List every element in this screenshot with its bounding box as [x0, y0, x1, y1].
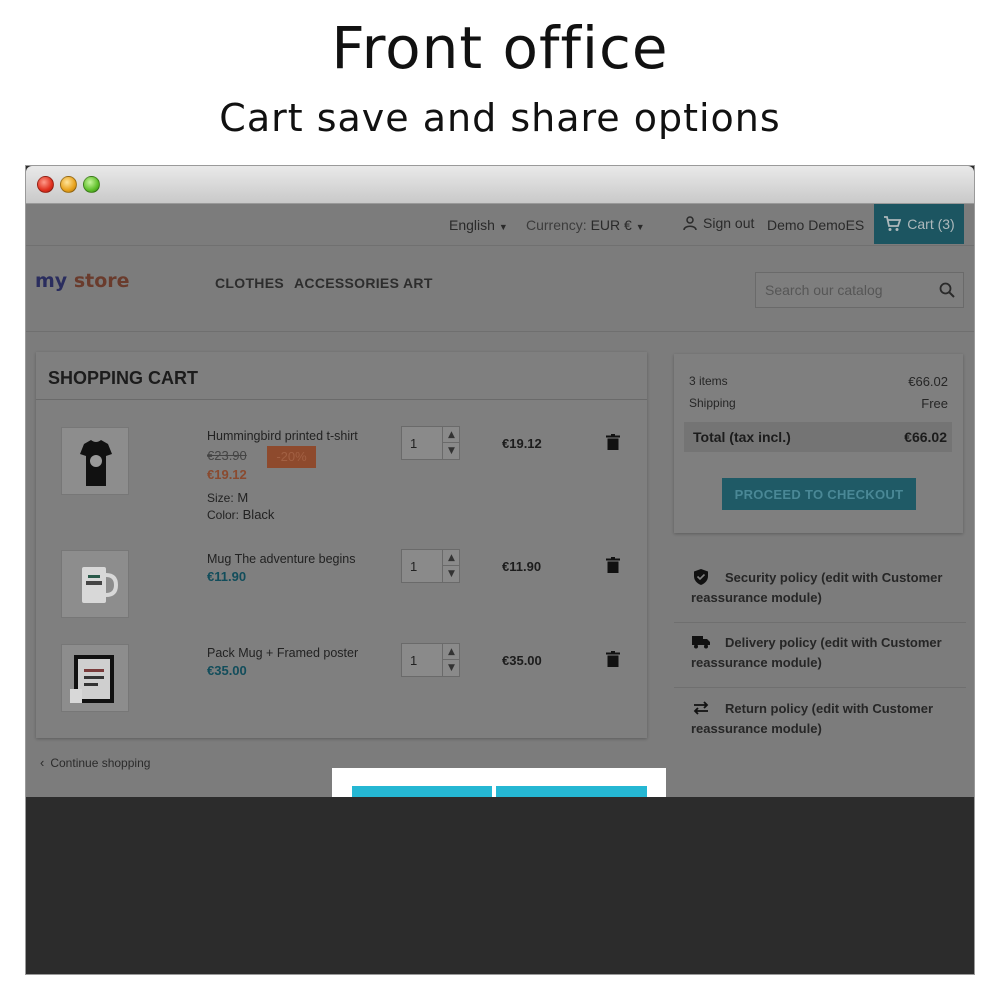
discount-badge: -20%	[267, 446, 316, 468]
chevron-down-icon[interactable]: ▼	[443, 566, 460, 582]
shipping-label: Shipping	[689, 396, 736, 410]
continue-shopping-link[interactable]: ‹ Continue shopping	[40, 755, 150, 770]
item-price: €11.90	[207, 569, 247, 584]
highlight-box: SAVE THIS CART SHARE THIS CART	[332, 768, 666, 797]
card-divider	[36, 399, 647, 400]
currency-label: Currency:	[526, 217, 587, 233]
product-image-mug[interactable]	[61, 550, 129, 618]
quantity-stepper: 1 ▲ ▼	[401, 549, 460, 583]
caret-down-icon: ▼	[498, 222, 508, 232]
item-size: Size: M	[207, 490, 249, 505]
product-image-poster[interactable]	[61, 644, 129, 712]
item-name[interactable]: Pack Mug + Framed poster	[207, 646, 358, 660]
search-icon[interactable]	[939, 282, 955, 298]
poster-image	[70, 655, 114, 703]
proceed-to-checkout-button[interactable]: PROCEED TO CHECKOUT	[722, 478, 916, 510]
shopping-cart-icon	[884, 216, 902, 231]
save-cart-button[interactable]: SAVE THIS CART	[352, 786, 492, 797]
hero-title: Front office	[331, 14, 669, 82]
currency-value: EUR €	[590, 217, 632, 233]
minimize-window-button[interactable]	[60, 176, 77, 193]
store-logo[interactable]: my store	[35, 270, 130, 292]
item-total: €35.00	[502, 653, 542, 668]
shipping-row: Shipping Free	[689, 396, 948, 411]
quantity-value[interactable]: 1	[410, 559, 417, 574]
chevron-down-icon[interactable]: ▼	[443, 443, 460, 459]
items-row: 3 items €66.02	[689, 374, 948, 389]
item-total: €19.12	[502, 436, 542, 451]
cart-button[interactable]: Cart (3)	[874, 204, 964, 244]
currency-selector[interactable]: Currency: EUR € ▼	[526, 217, 645, 233]
product-image-tshirt[interactable]	[61, 427, 129, 495]
close-window-button[interactable]	[37, 176, 54, 193]
item-name[interactable]: Mug The adventure begins	[207, 552, 355, 566]
search-input[interactable]	[756, 273, 931, 307]
items-value: €66.02	[908, 374, 948, 389]
caret-down-icon: ▼	[635, 222, 645, 232]
total-row: Total (tax incl.) €66.02	[684, 422, 952, 452]
browser-window: English ▼ Currency: EUR € ▼ Sign out Dem…	[25, 165, 975, 975]
item-color: Color: Black	[207, 507, 275, 522]
item-price: €19.12	[207, 467, 247, 482]
item-total: €11.90	[502, 559, 542, 574]
reassurance-security: Security policy (edit with Customer reas…	[674, 559, 966, 623]
header-divider	[26, 331, 974, 332]
reassurance-delivery: Delivery policy (edit with Customer reas…	[674, 624, 966, 688]
item-name[interactable]: Hummingbird printed t-shirt	[207, 429, 358, 443]
total-label: Total (tax incl.)	[693, 429, 791, 445]
search-box	[755, 272, 964, 308]
hero-subtitle: Cart save and share options	[219, 96, 781, 140]
mug-image	[82, 567, 119, 603]
item-price: €35.00	[207, 663, 247, 678]
maximize-window-button[interactable]	[83, 176, 100, 193]
language-selector[interactable]: English ▼	[449, 217, 508, 233]
quantity-stepper: 1 ▲ ▼	[401, 643, 460, 677]
chevron-up-icon[interactable]: ▲	[443, 550, 460, 566]
chevron-down-icon[interactable]: ▼	[443, 660, 460, 676]
sign-out-link[interactable]: Sign out	[682, 215, 754, 231]
quantity-value[interactable]: 1	[410, 436, 417, 451]
store-page: English ▼ Currency: EUR € ▼ Sign out Dem…	[26, 204, 974, 797]
shipping-value: Free	[921, 396, 948, 411]
total-value: €66.02	[904, 429, 947, 445]
trash-icon[interactable]	[606, 557, 620, 573]
cart-summary: 3 items €66.02 Shipping Free Total (tax …	[674, 354, 963, 533]
quantity-stepper: 1 ▲ ▼	[401, 426, 460, 460]
chevron-up-icon[interactable]: ▲	[443, 427, 460, 443]
reassurance-return: Return policy (edit with Customer reassu…	[691, 701, 934, 736]
items-label: 3 items	[689, 374, 728, 388]
account-name-link[interactable]: Demo DemoES	[767, 217, 864, 233]
quantity-value[interactable]: 1	[410, 653, 417, 668]
tshirt-image	[80, 440, 112, 486]
chevron-up-icon[interactable]: ▲	[443, 644, 460, 660]
menu-clothes[interactable]: CLOTHES	[215, 275, 284, 291]
item-old-price: €23.90	[207, 448, 247, 463]
window-titlebar	[26, 166, 974, 204]
menu-art[interactable]: ART	[403, 275, 433, 291]
shopping-cart-card: SHOPPING CART Hummingbird printed t-shir…	[36, 352, 647, 738]
chevron-left-icon: ‹	[40, 755, 45, 770]
share-cart-button[interactable]: SHARE THIS CART	[496, 786, 647, 797]
trash-icon[interactable]	[606, 434, 620, 450]
menu-accessories[interactable]: ACCESSORIES	[294, 275, 399, 291]
trash-icon[interactable]	[606, 651, 620, 667]
top-nav: English ▼ Currency: EUR € ▼ Sign out Dem…	[26, 204, 974, 246]
cart-title: SHOPPING CART	[48, 368, 199, 388]
user-icon	[683, 216, 697, 231]
